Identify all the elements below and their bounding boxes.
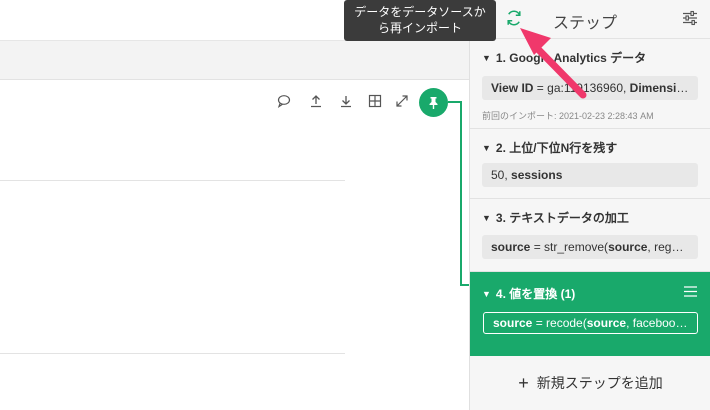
- step-3[interactable]: ▼ 3. テキストデータの加工 source = str_remove(sourc…: [470, 199, 710, 272]
- pin-connector: [460, 101, 462, 286]
- step-summary[interactable]: source = recode(source, facebook ...: [483, 312, 698, 334]
- table-icon[interactable]: [366, 92, 384, 110]
- field-name: source: [586, 316, 627, 330]
- pin-icon: [429, 96, 438, 109]
- expand-icon[interactable]: [393, 92, 411, 110]
- field-value: 50,: [491, 168, 512, 182]
- step-title: 4. 値を置換 (1): [495, 287, 576, 301]
- caret-down-icon[interactable]: ▼: [482, 289, 491, 299]
- comment-icon[interactable]: [275, 92, 293, 110]
- step-summary[interactable]: 50, sessions: [482, 163, 698, 187]
- step-summary[interactable]: View ID = ga:119136960, Dimensions...: [482, 76, 698, 100]
- main-view: [0, 0, 469, 410]
- pin-button[interactable]: [419, 88, 448, 117]
- upload-icon[interactable]: [307, 92, 325, 110]
- last-import-time: 前回のインポート: 2021-02-23 2:28:43 AM: [482, 111, 654, 121]
- caret-down-icon[interactable]: ▼: [482, 213, 491, 223]
- refresh-icon[interactable]: [504, 8, 524, 28]
- download-icon[interactable]: [337, 92, 355, 110]
- field-value: = str_remove(: [530, 240, 609, 254]
- add-step-button[interactable]: + 新規ステップを追加: [470, 356, 710, 410]
- field-value: = ga:119136960,: [533, 81, 630, 95]
- step-2[interactable]: ▼ 2. 上位/下位N行を残す 50, sessions: [470, 129, 710, 199]
- field-value: , facebook ...: [626, 316, 695, 330]
- field-value: = recode(: [532, 316, 587, 330]
- step-1[interactable]: ▼ 1. Google Analytics データ View ID = ga:11…: [470, 39, 710, 129]
- field-name: source: [608, 240, 648, 254]
- field-name: source: [491, 240, 531, 254]
- reimport-tooltip: データをデータソースか ら再インポート: [344, 0, 496, 41]
- tooltip-line: データをデータソースか: [354, 5, 486, 19]
- caret-down-icon[interactable]: ▼: [482, 143, 491, 153]
- field-name: sessions: [511, 168, 563, 182]
- divider: [0, 180, 345, 181]
- add-step-label: 新規ステップを追加: [536, 375, 663, 391]
- panel-title: ステップ: [553, 15, 618, 32]
- tooltip-line: ら再インポート: [377, 21, 462, 35]
- step-title: 2. 上位/下位N行を残す: [495, 141, 618, 155]
- step-title: 3. テキストデータの加工: [495, 211, 629, 225]
- view-toolbar-strip: [0, 40, 469, 80]
- divider: [0, 353, 345, 354]
- field-name: View ID: [491, 81, 534, 95]
- plus-icon: +: [518, 373, 529, 393]
- caret-down-icon[interactable]: ▼: [482, 53, 491, 63]
- step-4-active[interactable]: ▼ 4. 値を置換 (1) source = recode(source, fac…: [470, 272, 710, 356]
- menu-icon[interactable]: [684, 284, 697, 297]
- steps-panel: ステップ ▼ 1. Google Analytics データ View ID = …: [469, 0, 710, 410]
- step-summary[interactable]: source = str_remove(source, regex...: [482, 235, 698, 259]
- field-name: Dimensions: [629, 81, 698, 95]
- field-name: source: [493, 316, 533, 330]
- settings-sliders-icon[interactable]: [682, 10, 698, 26]
- field-value: , regex...: [647, 240, 695, 254]
- step-title: 1. Google Analytics データ: [495, 51, 647, 65]
